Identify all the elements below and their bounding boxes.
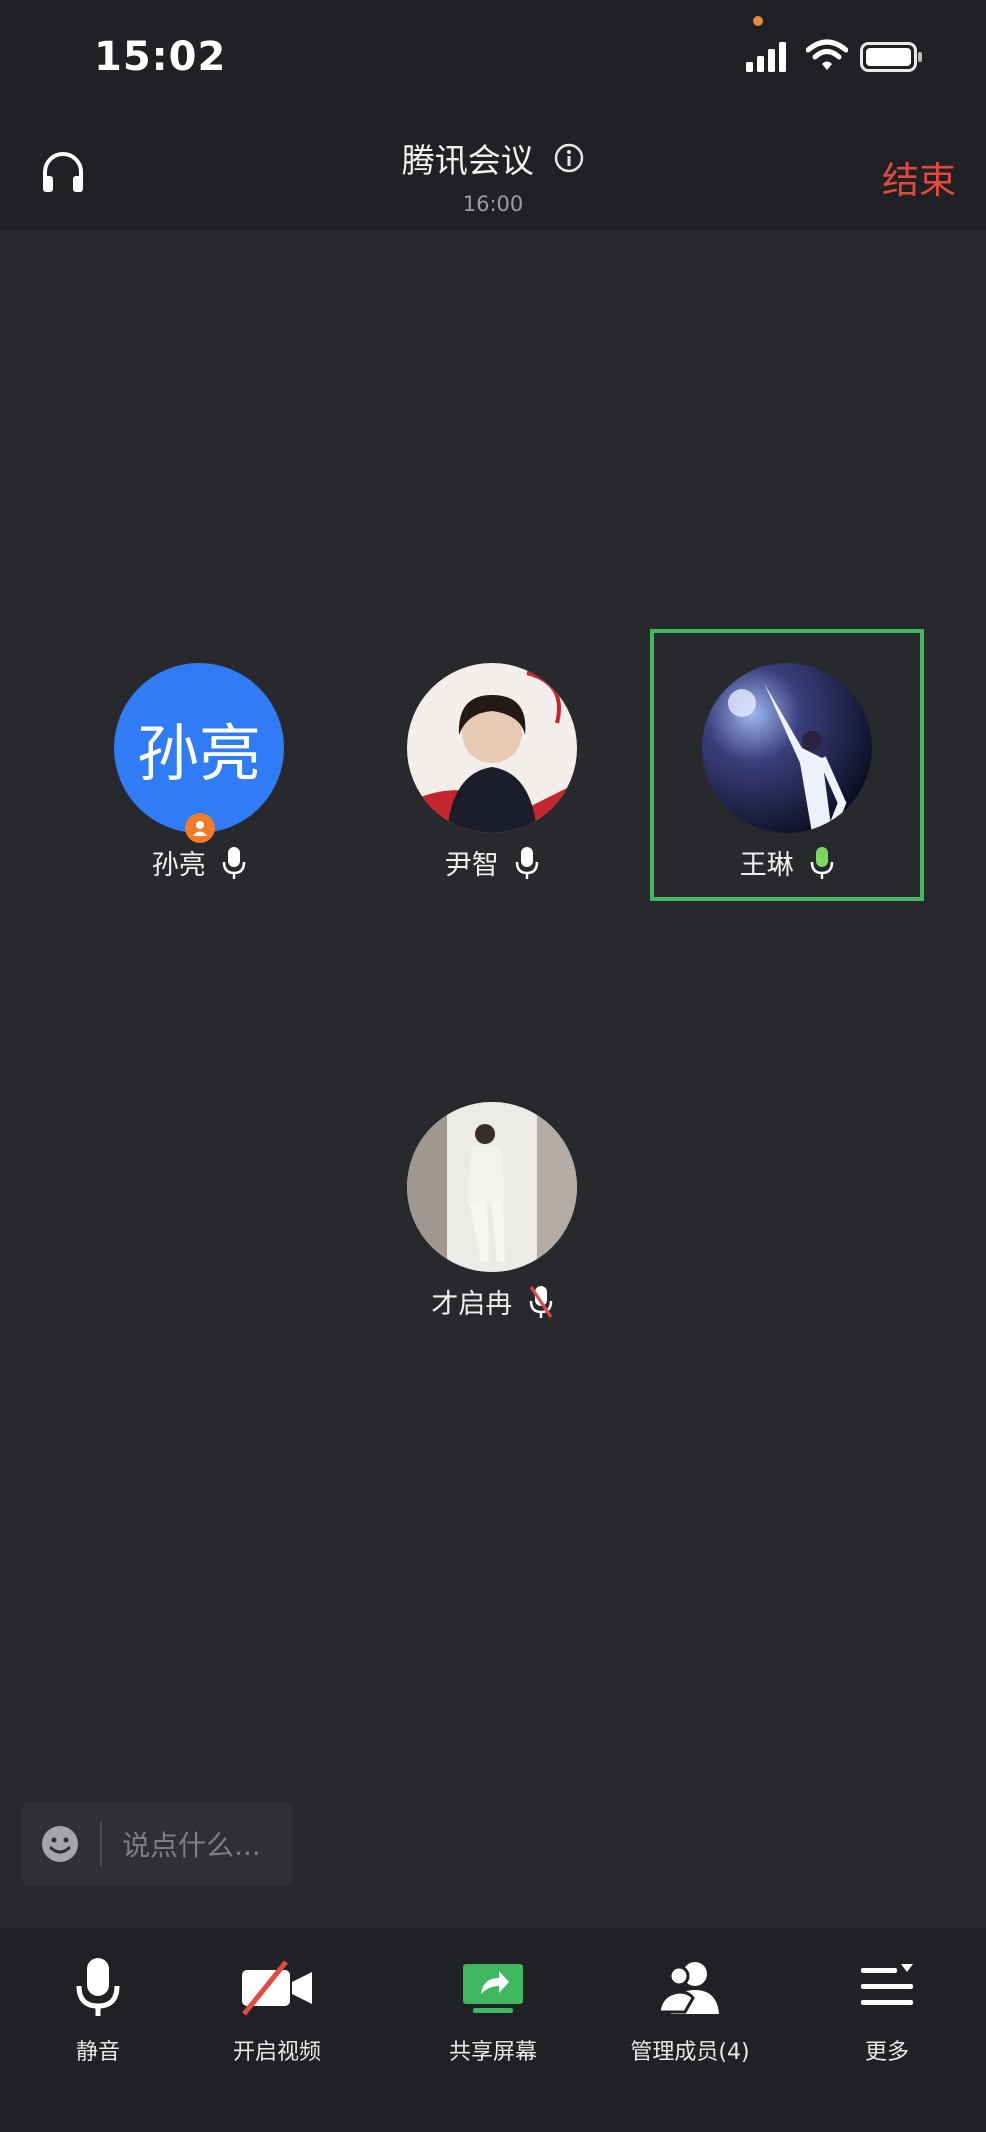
wifi-icon [806,39,848,70]
share-screen-button[interactable]: 共享屏幕 [398,1956,588,2076]
status-bar: 15:02 [0,0,986,110]
video-off-icon [242,1960,312,2016]
start-video-label: 开启视频 [232,2040,321,2065]
more-button[interactable]: 更多 [792,1956,982,2076]
mic-speaking-icon [811,846,834,879]
members-icon [657,1962,719,2014]
host-badge-icon [185,813,215,843]
start-video-button[interactable]: 开启视频 [182,1956,372,2076]
meeting-header: 腾讯会议 16:00 结束 [0,110,986,230]
more-label: 更多 [864,2040,909,2065]
mute-button[interactable]: 静音 [3,1956,193,2076]
mic-icon [516,846,539,879]
chat-input[interactable] [120,1824,284,1866]
info-icon[interactable] [554,143,584,173]
avatar [407,1102,577,1272]
signal-icon [746,42,786,72]
avatar: 孙亮 [114,663,284,833]
manage-members-button[interactable]: 管理成员(4) [595,1956,785,2076]
more-menu-icon [861,1964,913,2005]
participant-tile-yinzhi[interactable]: 尹智 [362,633,622,893]
avatar [702,663,872,833]
participant-name: 孙亮 [151,850,206,881]
privacy-indicator-dot [753,16,763,26]
participant-tile-sunliang[interactable]: 孙亮 孙亮 [69,633,329,893]
manage-members-label: 管理成员(4) [630,2040,750,2065]
battery-icon [860,42,922,72]
chat-bar [22,1802,292,1886]
meeting-duration: 16:00 [462,192,524,216]
share-screen-icon [463,1964,523,2013]
meeting-title-text: 腾讯会议 [401,141,534,180]
participant-name: 王琳 [739,850,794,881]
meeting-title[interactable]: 腾讯会议 [0,134,986,182]
participant-name-row: 才启冉 [362,1282,622,1321]
meeting-toolbar: 静音 开启视频 共享屏幕 管理成员(4) 更多 [0,1928,986,2132]
participant-tile-wanglin[interactable]: 王琳 [657,633,917,893]
end-meeting-button[interactable]: 结束 [882,150,956,204]
mic-muted-icon [529,1285,553,1318]
mute-label: 静音 [75,2040,120,2065]
participant-tile-caiqiran[interactable]: 才启冉 [362,1072,622,1332]
participant-name-row: 尹智 [362,843,622,882]
status-time: 15:02 [94,34,227,80]
participant-name-row: 孙亮 [69,843,329,882]
chat-divider [100,1822,102,1866]
share-screen-label: 共享屏幕 [448,2040,537,2065]
microphone-icon [76,1958,120,2016]
avatar [407,663,577,833]
participant-name-row: 王琳 [657,843,917,882]
participant-name: 才启冉 [431,1289,513,1320]
mic-icon [223,846,246,879]
emoji-icon[interactable] [40,1824,80,1864]
participant-name: 尹智 [444,850,499,881]
